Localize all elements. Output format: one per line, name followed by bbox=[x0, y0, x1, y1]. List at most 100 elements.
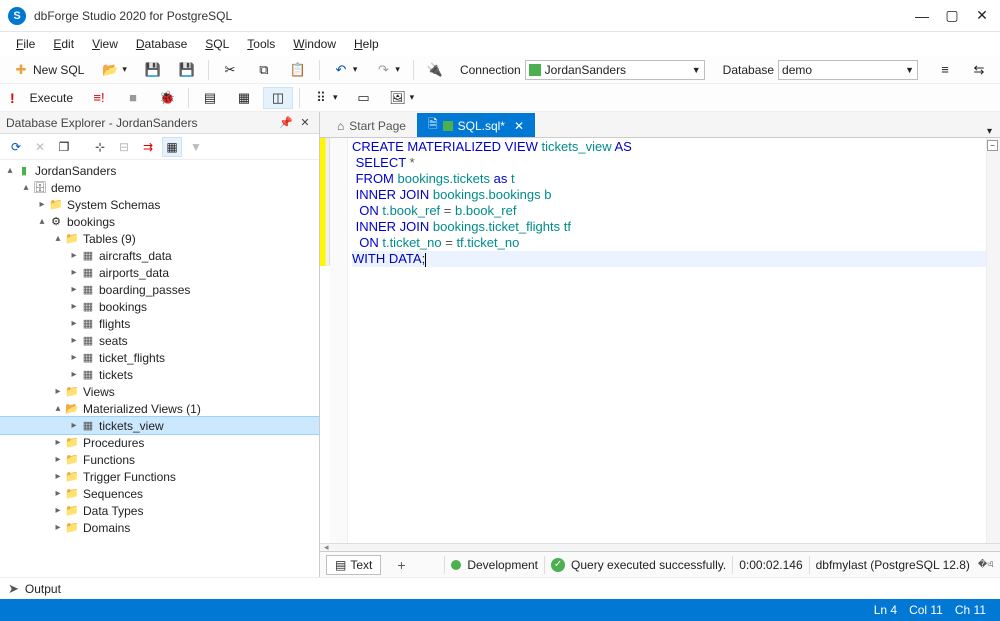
folder-icon: 📁 bbox=[64, 385, 80, 399]
execute-to-cursor-button[interactable]: ≡! bbox=[84, 87, 114, 109]
output-icon: ➤ bbox=[8, 581, 19, 597]
close-button[interactable]: ✕ bbox=[976, 10, 988, 22]
menu-bar: File Edit View Database SQL Tools Window… bbox=[0, 32, 1000, 56]
export-button[interactable]: 🖼▾ bbox=[383, 87, 422, 109]
sync-button[interactable]: ⇉ bbox=[138, 137, 158, 157]
execute-button[interactable]: Execute bbox=[23, 88, 80, 108]
table-node[interactable]: ▸▦tickets bbox=[0, 366, 319, 383]
toolbar-extra-2[interactable]: ⇆ bbox=[964, 59, 994, 81]
collapse-button[interactable]: ⊟ bbox=[114, 137, 134, 157]
expand-button[interactable]: ⊹ bbox=[90, 137, 110, 157]
paste-button[interactable]: 📋 bbox=[283, 59, 313, 81]
result-tabs: ▤Text + Development ✓ Query executed suc… bbox=[320, 551, 1000, 577]
database-value: demo bbox=[782, 63, 882, 77]
vertical-scrollbar[interactable]: − bbox=[986, 138, 1000, 543]
database-node[interactable]: ▴🗄demo bbox=[0, 179, 319, 196]
stop-icon: ■ bbox=[125, 90, 141, 106]
panel-title: Database Explorer - JordanSanders bbox=[6, 116, 197, 130]
cut-button[interactable]: ✂ bbox=[215, 59, 245, 81]
new-connection-button[interactable]: ❐ bbox=[54, 137, 74, 157]
save-button[interactable]: 💾 bbox=[138, 59, 168, 81]
menu-edit[interactable]: Edit bbox=[45, 35, 82, 53]
toggle-active-button[interactable]: ◫ bbox=[263, 87, 293, 109]
functions-node[interactable]: ▸📁Functions bbox=[0, 451, 319, 468]
comment-button[interactable]: ▭ bbox=[349, 87, 379, 109]
connection-combo[interactable]: JordanSanders ▼ bbox=[525, 60, 705, 80]
schema-bookings-node[interactable]: ▴⚙bookings bbox=[0, 213, 319, 230]
database-combo[interactable]: demo ▼ bbox=[778, 60, 918, 80]
connect-button[interactable]: 🔌 bbox=[420, 59, 450, 81]
table-node[interactable]: ▸▦flights bbox=[0, 315, 319, 332]
table-node[interactable]: ▸▦airports_data bbox=[0, 264, 319, 281]
matview-item-node[interactable]: ▸▦tickets_view bbox=[0, 417, 319, 434]
text-result-tab[interactable]: ▤Text bbox=[326, 555, 381, 575]
output-panel-tab[interactable]: ➤ Output bbox=[0, 577, 1000, 599]
add-result-tab[interactable]: + bbox=[389, 555, 413, 575]
sql-file-icon: 🗎 bbox=[428, 115, 438, 136]
table-node[interactable]: ▸▦boarding_passes bbox=[0, 281, 319, 298]
folder-icon: 📁 bbox=[48, 198, 64, 212]
menu-help[interactable]: Help bbox=[346, 35, 387, 53]
filter-button[interactable]: ▼ bbox=[186, 137, 206, 157]
outline-button[interactable]: ▤ bbox=[195, 87, 225, 109]
query-time: 0:00:02.146 bbox=[739, 558, 802, 572]
menu-window[interactable]: Window bbox=[285, 35, 344, 53]
status-line: Ln 4 bbox=[874, 603, 897, 617]
code-text[interactable]: CREATE MATERIALIZED VIEW tickets_view AS… bbox=[348, 138, 1000, 543]
split-toggle[interactable]: − bbox=[987, 140, 998, 151]
refresh-button[interactable]: ⟳ bbox=[6, 137, 26, 157]
table-node[interactable]: ▸▦ticket_flights bbox=[0, 349, 319, 366]
copy-button[interactable]: ⧉ bbox=[249, 59, 279, 81]
undo-button[interactable]: ↶▾ bbox=[326, 59, 365, 81]
tab-sql[interactable]: 🗎SQL.sql*✕ bbox=[417, 113, 535, 137]
table-node[interactable]: ▸▦seats bbox=[0, 332, 319, 349]
redo-button[interactable]: ↷▾ bbox=[368, 59, 407, 81]
stop-button[interactable]: ■ bbox=[118, 87, 148, 109]
chevron-down-icon: ▼ bbox=[899, 65, 914, 75]
h-scrollbar[interactable]: ◂ bbox=[320, 543, 1000, 551]
tab-menu-button[interactable]: ▾ bbox=[979, 126, 1000, 137]
code-editor[interactable]: CREATE MATERIALIZED VIEW tickets_view AS… bbox=[320, 138, 1000, 543]
tables-node[interactable]: ▴📁Tables (9) bbox=[0, 230, 319, 247]
debug-button[interactable]: 🐞 bbox=[152, 87, 182, 109]
toggle-view-button[interactable]: ▦ bbox=[229, 87, 259, 109]
folder-icon: 📁 bbox=[64, 232, 80, 246]
x-icon: ✕ bbox=[35, 140, 45, 154]
tab-close-button[interactable]: ✕ bbox=[514, 119, 524, 133]
menu-tools[interactable]: Tools bbox=[239, 35, 283, 53]
table-icon: ▦ bbox=[80, 368, 96, 382]
menu-view[interactable]: View bbox=[84, 35, 126, 53]
panel-close-button[interactable]: ✕ bbox=[297, 115, 313, 131]
datatypes-node[interactable]: ▸📁Data Types bbox=[0, 502, 319, 519]
minimize-button[interactable]: — bbox=[916, 10, 928, 22]
table-node[interactable]: ▸▦bookings bbox=[0, 298, 319, 315]
menu-database[interactable]: Database bbox=[128, 35, 195, 53]
menu-sql[interactable]: SQL bbox=[197, 35, 237, 53]
server-node[interactable]: ▴▮JordanSanders bbox=[0, 162, 319, 179]
toolbar-extra-1[interactable]: ≡ bbox=[930, 59, 960, 81]
domains-node[interactable]: ▸📁Domains bbox=[0, 519, 319, 536]
views-node[interactable]: ▸📁Views bbox=[0, 383, 319, 400]
new-sql-button[interactable]: ✚New SQL bbox=[6, 59, 91, 81]
format-button[interactable]: ⠿▾ bbox=[306, 87, 345, 109]
open-button[interactable]: 📂▾ bbox=[95, 59, 134, 81]
disconnect-button[interactable]: ✕ bbox=[30, 137, 50, 157]
triggerfns-node[interactable]: ▸📁Trigger Functions bbox=[0, 468, 319, 485]
pin-button[interactable]: 📌 bbox=[278, 115, 294, 131]
copy-icon: ⧉ bbox=[256, 62, 272, 78]
matviews-node[interactable]: ▴📂Materialized Views (1) bbox=[0, 400, 319, 417]
table-node[interactable]: ▸▦aircrafts_data bbox=[0, 247, 319, 264]
tab-start-page[interactable]: ⌂Start Page bbox=[326, 113, 417, 137]
show-all-button[interactable]: ▦ bbox=[162, 137, 182, 157]
save-all-button[interactable]: 💾 bbox=[172, 59, 202, 81]
sequences-node[interactable]: ▸📁Sequences bbox=[0, 485, 319, 502]
status-bar: Ln 4 Col 11 Ch 11 bbox=[0, 599, 1000, 621]
marker-margin bbox=[330, 138, 348, 543]
explorer-tree[interactable]: ▴▮JordanSanders ▴🗄demo ▸📁System Schemas … bbox=[0, 160, 319, 577]
filter-icon: ▼ bbox=[190, 140, 202, 154]
server-dropdown[interactable]: �এ bbox=[978, 557, 994, 572]
menu-file[interactable]: File bbox=[8, 35, 43, 53]
system-schemas-node[interactable]: ▸📁System Schemas bbox=[0, 196, 319, 213]
procedures-node[interactable]: ▸📁Procedures bbox=[0, 434, 319, 451]
maximize-button[interactable]: ▢ bbox=[946, 10, 958, 22]
